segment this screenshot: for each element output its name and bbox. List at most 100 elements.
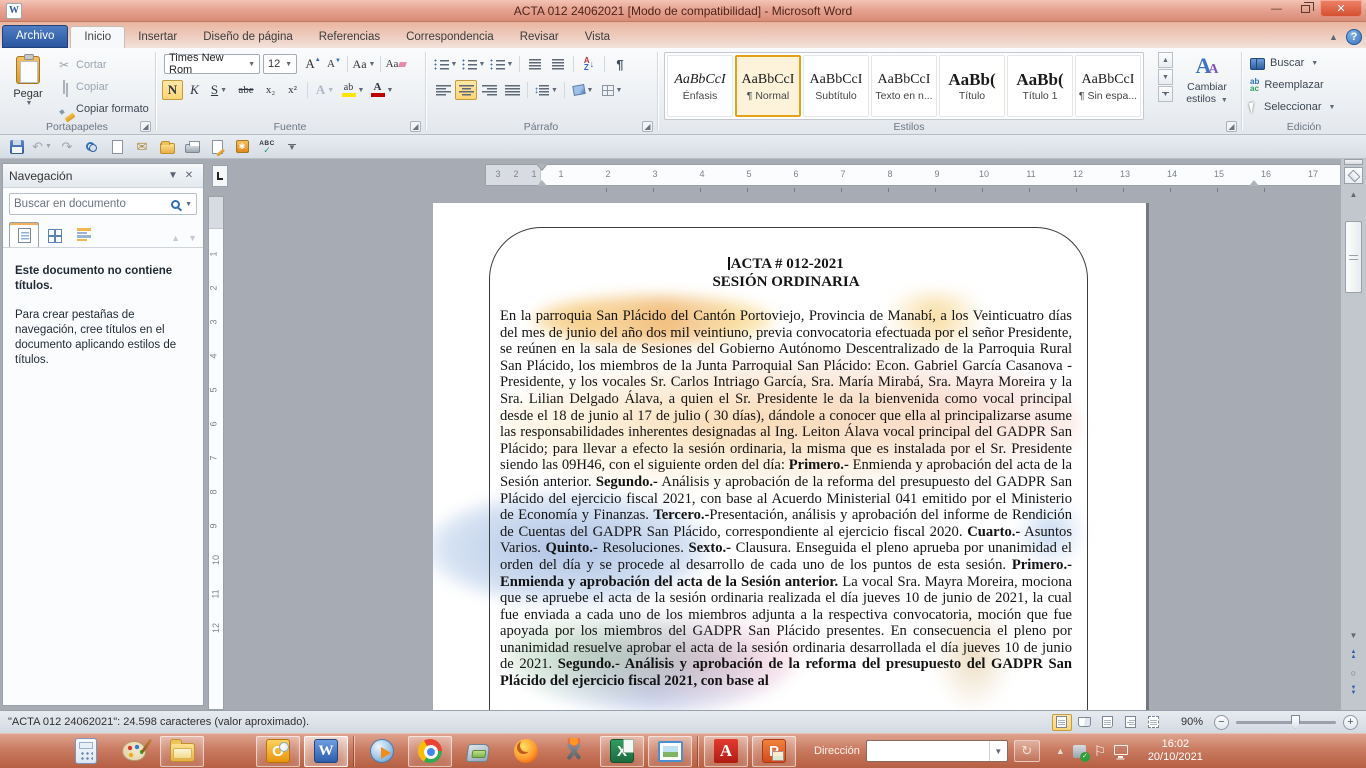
taskbar-powerpoint-button[interactable]: P (752, 736, 796, 767)
decrease-indent-button[interactable] (524, 54, 546, 74)
text-effects-button[interactable]: A▼ (312, 80, 338, 100)
previous-heading-icon[interactable]: ▲ (171, 233, 180, 243)
quick-print-button[interactable] (181, 137, 203, 157)
spelling-button[interactable]: ABC✓ (256, 137, 278, 157)
shrink-font-button[interactable]: A▼ (324, 54, 344, 74)
taskbar-burner-button[interactable] (552, 736, 596, 767)
tab-selector[interactable] (212, 165, 228, 187)
find-button[interactable]: Buscar▼ (1250, 53, 1318, 73)
view-fullscreen-reading-button[interactable] (1075, 714, 1095, 731)
underline-button[interactable]: S▼ (206, 80, 232, 100)
address-input[interactable]: ▼ (866, 740, 1008, 762)
navigation-close-icon[interactable]: ✕ (181, 170, 197, 181)
tab-browse-pages[interactable] (39, 222, 69, 247)
styles-more-icon[interactable]: ▼ (1158, 86, 1173, 102)
right-indent-marker[interactable] (1249, 180, 1259, 186)
format-painter-button[interactable]: Copiar formato (56, 99, 149, 118)
restore-button[interactable] (1291, 0, 1320, 17)
taskbar-chrome-button[interactable] (408, 736, 452, 767)
ribbon-tab-referencias[interactable]: Referencias (306, 27, 393, 48)
taskbar-activinspire-button[interactable]: A (704, 736, 748, 767)
change-styles-button[interactable]: AA Cambiar estilos ▼ (1180, 52, 1234, 120)
browse-object-icon[interactable]: ○ (1344, 665, 1363, 681)
minimize-button[interactable]: — (1262, 0, 1291, 17)
taskbar-clock[interactable]: 16:02 20/10/2021 (1138, 738, 1212, 764)
superscript-button[interactable]: x² (282, 80, 303, 100)
taskbar-explorer-button[interactable] (160, 736, 204, 767)
style-item[interactable]: AaBbCcISubtítulo (803, 55, 869, 117)
align-left-button[interactable] (432, 80, 454, 100)
cut-button[interactable]: Cortar (56, 55, 107, 74)
zoom-out-button[interactable]: − (1214, 715, 1229, 730)
taskbar-outlook-button[interactable]: O (256, 736, 300, 767)
bullets-button[interactable]: ▼ (432, 54, 459, 74)
numbering-button[interactable]: ▼ (460, 54, 487, 74)
view-print-layout-button[interactable] (1052, 714, 1072, 731)
special-tool-button[interactable]: ✱ (231, 137, 253, 157)
ribbon-tab-revisar[interactable]: Revisar (507, 27, 572, 48)
taskbar-paint-button[interactable] (112, 736, 156, 767)
multilevel-list-button[interactable]: ▼ (488, 54, 515, 74)
zoom-level[interactable]: 90% (1181, 716, 1203, 728)
save-button[interactable] (6, 137, 28, 157)
taskbar-excel-button[interactable]: X (600, 736, 644, 767)
line-spacing-button[interactable]: ↕▼ (532, 80, 560, 100)
view-outline-button[interactable] (1121, 714, 1141, 731)
dialog-launcher-paragraph[interactable]: ◢ (642, 121, 653, 132)
grow-font-button[interactable]: A▲ (302, 54, 324, 74)
dialog-launcher-font[interactable]: ◢ (410, 121, 421, 132)
ribbon-tab-insertar[interactable]: Insertar (125, 27, 190, 48)
mail-button[interactable]: ✉ (131, 137, 153, 157)
view-draft-button[interactable] (1144, 714, 1164, 731)
scroll-down-icon[interactable]: ▼ (1344, 627, 1363, 643)
font-size-select[interactable]: 12▼ (263, 54, 297, 74)
undo-button[interactable]: ↶▼ (31, 137, 53, 157)
style-item[interactable]: AaBbCcI¶ Normal (735, 55, 801, 117)
character-count[interactable]: "ACTA 012 24062021": 24.598 caracteres (… (8, 716, 309, 728)
style-item[interactable]: AaBbCcIÉnfasis (667, 55, 733, 117)
change-case-button[interactable]: Aa▼ (351, 54, 377, 74)
edit-document-button[interactable] (206, 137, 228, 157)
next-heading-icon[interactable]: ▼ (188, 233, 197, 243)
italic-button[interactable]: K (184, 80, 205, 100)
clear-formatting-button[interactable]: Aa (384, 54, 408, 74)
styles-scroll-down-icon[interactable]: ▼ (1158, 69, 1173, 85)
tab-browse-headings[interactable] (9, 222, 39, 247)
usb-device-icon[interactable] (1073, 745, 1086, 758)
strikethrough-button[interactable]: abe (233, 80, 259, 100)
customize-qat-button[interactable]: ▼ (281, 137, 303, 157)
align-center-button[interactable] (455, 80, 477, 100)
style-item[interactable]: AaBb(Título (939, 55, 1005, 117)
navigation-menu-icon[interactable]: ▼ (165, 170, 181, 181)
new-document-button[interactable] (106, 137, 128, 157)
styles-scroll-up-icon[interactable]: ▲ (1158, 52, 1173, 68)
zoom-in-button[interactable]: + (1343, 715, 1358, 730)
taskbar-word-button[interactable]: W (304, 736, 348, 767)
close-button[interactable]: ✕ (1320, 0, 1362, 17)
network-icon[interactable] (1114, 745, 1128, 755)
increase-indent-button[interactable] (547, 54, 569, 74)
search-input[interactable] (14, 198, 171, 210)
scroll-thumb[interactable] (1345, 221, 1362, 293)
taskbar-calculator-button[interactable] (64, 736, 108, 767)
zoom-slider[interactable] (1236, 721, 1336, 724)
ribbon-tab-dise-o-de-p-gina[interactable]: Diseño de página (190, 27, 306, 48)
vertical-ruler[interactable]: 123456789101112 (208, 196, 224, 710)
vertical-scrollbar[interactable]: ▲ ▼ ▲▲ ○ ▼▼ (1340, 159, 1366, 710)
style-item[interactable]: AaBbCcITexto en n... (871, 55, 937, 117)
borders-button[interactable]: ▼ (598, 80, 626, 100)
tab-browse-results[interactable] (69, 222, 99, 247)
taskbar-photo-viewer-button[interactable] (648, 736, 692, 767)
action-center-flag-icon[interactable]: ⚐ (1094, 744, 1107, 758)
address-go-icon[interactable]: ↻ (1014, 740, 1040, 762)
horizontal-ruler[interactable]: 3211234567891011121314151617 (485, 164, 1346, 186)
first-line-indent-marker[interactable] (537, 164, 547, 170)
collapse-ribbon-icon[interactable]: ▲ (1326, 30, 1341, 44)
scroll-up-icon[interactable]: ▲ (1344, 186, 1363, 202)
redo-button[interactable]: ↷ (56, 137, 78, 157)
dialog-launcher-styles[interactable]: ◢ (1226, 121, 1237, 132)
tray-expand-icon[interactable]: ▲ (1056, 746, 1065, 756)
hanging-indent-marker[interactable] (537, 180, 547, 186)
ribbon-tab-archivo[interactable]: Archivo (2, 25, 68, 48)
replace-button[interactable]: abacReemplazar (1250, 75, 1324, 95)
